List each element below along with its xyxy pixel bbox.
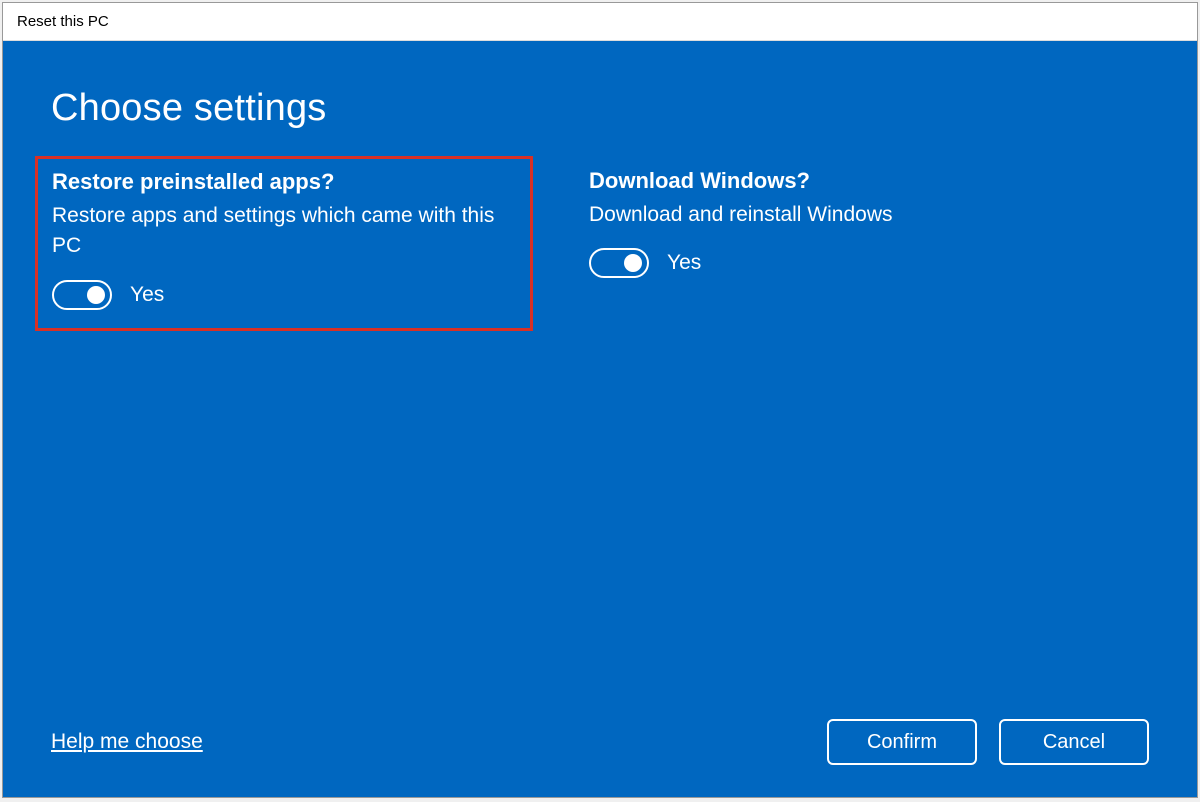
setting-restore-preinstalled-apps: Restore preinstalled apps? Restore apps … [35, 156, 533, 331]
page-title: Choose settings [51, 87, 1149, 130]
confirm-button[interactable]: Confirm [827, 719, 977, 765]
dialog-footer: Help me choose Confirm Cancel [51, 719, 1149, 765]
setting-download-toggle-row: Yes [589, 248, 1087, 278]
toggle-knob-icon [87, 286, 105, 304]
restore-toggle[interactable] [52, 280, 112, 310]
setting-download-windows: Download Windows? Download and reinstall… [589, 168, 1087, 331]
download-toggle-label: Yes [667, 251, 701, 275]
setting-restore-description: Restore apps and settings which came wit… [52, 201, 516, 262]
window-title: Reset this PC [17, 13, 109, 30]
setting-restore-toggle-row: Yes [52, 280, 516, 310]
toggle-knob-icon [624, 254, 642, 272]
settings-row: Restore preinstalled apps? Restore apps … [51, 168, 1149, 331]
cancel-button[interactable]: Cancel [999, 719, 1149, 765]
setting-download-title: Download Windows? [589, 168, 1087, 194]
reset-pc-dialog: Reset this PC Choose settings Restore pr… [2, 2, 1198, 798]
footer-buttons: Confirm Cancel [827, 719, 1149, 765]
download-toggle[interactable] [589, 248, 649, 278]
setting-download-description: Download and reinstall Windows [589, 200, 1087, 230]
help-me-choose-link[interactable]: Help me choose [51, 730, 203, 754]
dialog-content: Choose settings Restore preinstalled app… [3, 41, 1197, 797]
setting-restore-title: Restore preinstalled apps? [52, 169, 516, 195]
window-titlebar: Reset this PC [3, 3, 1197, 41]
restore-toggle-label: Yes [130, 283, 164, 307]
